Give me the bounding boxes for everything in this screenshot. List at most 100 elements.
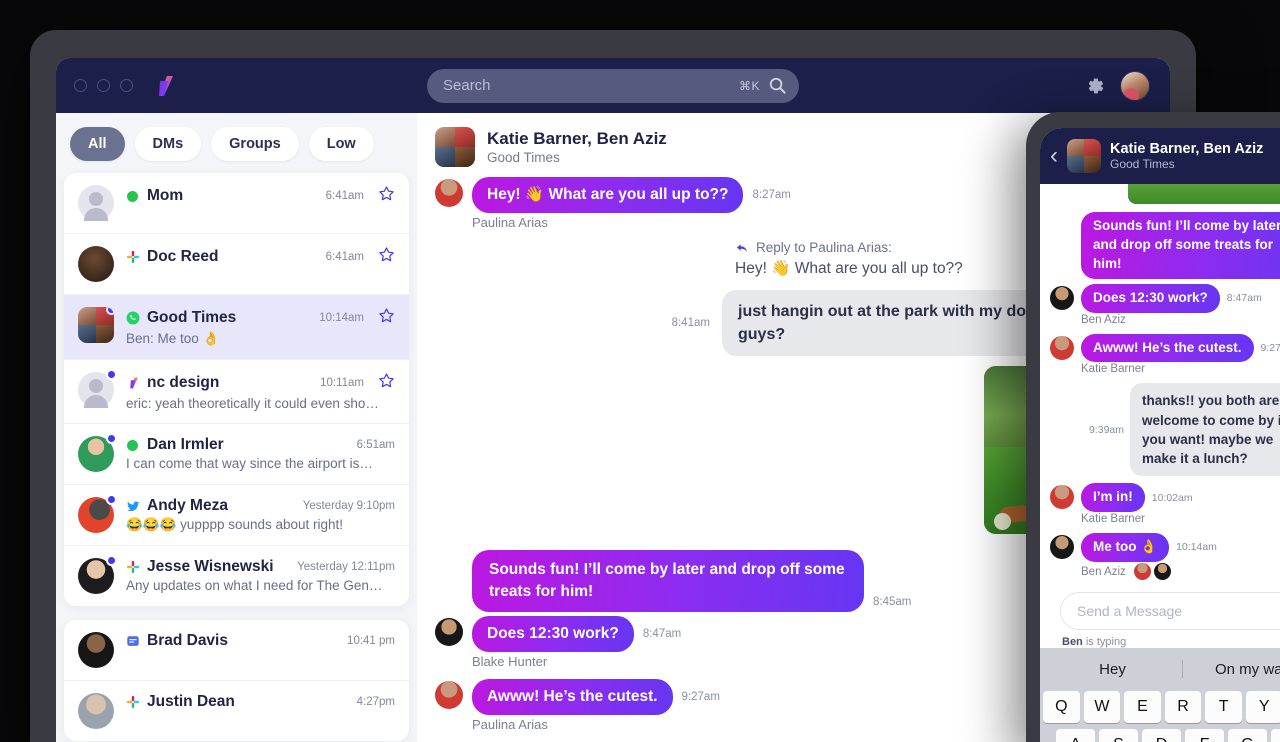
message-sender: Ben Aziz (1081, 313, 1126, 326)
conversation-name: Doc Reed (147, 248, 219, 265)
filter-pill-dms[interactable]: DMs (134, 127, 202, 161)
conversation-name: nc design (147, 374, 220, 391)
key-y[interactable]: Y (1245, 691, 1280, 723)
conversation-name: Good Times (147, 309, 237, 326)
avatar (78, 632, 114, 668)
message-bubble[interactable]: Does 12:30 work? (472, 616, 634, 653)
flag-logo-icon (151, 73, 177, 99)
conversation-preview: Any updates on what I need for The Gen… (126, 578, 383, 593)
suggestion-on-my-way[interactable]: On my way (1183, 661, 1280, 678)
phone-message-photo[interactable] (1128, 184, 1280, 204)
key-h[interactable]: H (1271, 729, 1280, 742)
maximize-window-button[interactable] (120, 79, 133, 92)
avatar (1050, 285, 1074, 310)
conversation-preview: 😂😂😂 yupppp sounds about right! (126, 517, 344, 532)
slack-icon (126, 250, 141, 265)
message-bubble[interactable]: I’m in! (1081, 483, 1145, 512)
conversation-time: 6:41am (325, 190, 364, 202)
filter-label: DMs (152, 136, 184, 152)
typing-name: Ben (1062, 635, 1083, 648)
message-timestamp: 9:27am (681, 691, 720, 704)
suggestion-hey[interactable]: Hey (1043, 661, 1182, 678)
key-d[interactable]: D (1142, 729, 1181, 742)
message-bubble[interactable]: Does 12:30 work? (1081, 283, 1220, 313)
avatar (78, 693, 114, 729)
conversation-time: 10:14am (319, 312, 364, 324)
message-bubble[interactable]: Hey! 👋 What are you all up to?? (472, 177, 744, 213)
key-g[interactable]: G (1228, 729, 1267, 742)
conversation-name: Mom (147, 187, 184, 204)
filter-pill-low[interactable]: Low (308, 127, 374, 161)
conversation-row-doc-reed[interactable]: Doc Reed 6:41am (64, 234, 409, 295)
conversation-name: Andy Meza (147, 497, 228, 514)
search-icon[interactable] (768, 76, 787, 95)
message-bubble[interactable]: Awww! He’s the cutest. (1081, 333, 1254, 363)
keyboard-row-1: Q W E R T Y U (1043, 691, 1280, 723)
key-e[interactable]: E (1124, 691, 1161, 723)
chat-title: Katie Barner, Ben Aziz (487, 129, 667, 148)
key-w[interactable]: W (1083, 691, 1121, 723)
key-s[interactable]: S (1099, 729, 1138, 742)
conversation-row-brad-davis[interactable]: Brad Davis 10:41 pm (64, 620, 409, 681)
search-input[interactable] (443, 77, 731, 94)
message-timestamp: 8:47am (642, 628, 682, 641)
flag-logo-icon (126, 376, 141, 391)
reply-label: Reply to Paulina Arias: (756, 240, 892, 255)
message-reactions[interactable] (1133, 562, 1171, 580)
filter-pill-all[interactable]: All (70, 127, 125, 161)
phone-keyboard: Hey On my way Q W E R T Y U A S (1040, 648, 1280, 742)
conversation-row-mom[interactable]: Mom 6:41am (64, 173, 409, 234)
conversation-row-justin-dean[interactable]: Justin Dean 4:27pm (64, 681, 409, 741)
conversation-time: Yesterday 12:11pm (297, 561, 395, 573)
star-icon[interactable] (378, 372, 395, 394)
star-icon[interactable] (378, 185, 395, 207)
message-bubble[interactable]: Me too 👌 (1081, 532, 1170, 562)
gear-icon[interactable] (1084, 75, 1106, 97)
star-icon[interactable] (378, 307, 395, 329)
message-timestamp: 10:02am (1151, 491, 1193, 504)
key-f[interactable]: F (1185, 729, 1224, 742)
avatar (1050, 485, 1074, 510)
filter-pill-groups[interactable]: Groups (211, 127, 299, 161)
filter-label: Low (326, 136, 356, 152)
phone-composer-input[interactable]: Send a Message (1060, 591, 1280, 630)
key-t[interactable]: T (1205, 691, 1242, 723)
chevron-left-icon[interactable]: ‹ (1050, 144, 1058, 168)
keyboard-suggestions: Hey On my way (1043, 653, 1280, 685)
user-avatar[interactable] (1120, 70, 1150, 101)
online-dot-icon (126, 438, 141, 453)
message-bubble[interactable]: Sounds fun! I’ll come by later and drop … (1081, 212, 1280, 279)
conversation-preview: I can come that way since the airport is… (126, 456, 373, 471)
composer-placeholder: Send a Message (1077, 602, 1183, 619)
message-sender: Katie Barner (1081, 512, 1145, 525)
message-row: Me too 👌 10:14am (1050, 532, 1280, 562)
conversation-row-andy-meza[interactable]: Andy Meza Yesterday 9:10pm 😂😂😂 yupppp so… (64, 485, 409, 546)
conversation-name: Dan Irmler (147, 436, 224, 453)
avatar (78, 307, 114, 343)
avatar (78, 433, 117, 472)
star-icon[interactable] (378, 246, 395, 268)
phone-device-frame: ‹ Katie Barner, Ben Aziz Good Times Soun… (1026, 112, 1280, 742)
message-row: Does 12:30 work? 8:47am (1050, 283, 1280, 313)
message-sender: Katie Barner (1081, 363, 1145, 376)
search-box[interactable]: ⌘K (427, 68, 799, 103)
conversation-name: Justin Dean (147, 693, 235, 710)
message-bubble[interactable]: Sounds fun! I’ll come by later and drop … (472, 550, 864, 613)
unread-badge (106, 307, 114, 315)
conversation-row-good-times[interactable]: Good Times 10:14am Ben: Me too 👌 (64, 295, 409, 360)
message-bubble[interactable]: Awww! He’s the cutest. (472, 679, 673, 716)
twitter-icon (126, 499, 141, 514)
key-q[interactable]: Q (1043, 691, 1080, 723)
minimize-window-button[interactable] (97, 79, 110, 92)
close-window-button[interactable] (74, 79, 87, 92)
conversation-row-nc-design[interactable]: nc design 10:11am eric: yeah theoretical… (64, 360, 409, 424)
whatsapp-icon (126, 311, 141, 326)
key-a[interactable]: A (1056, 729, 1095, 742)
window-controls[interactable] (74, 79, 133, 92)
conversation-row-jesse-wisnewski[interactable]: Jesse Wisnewski Yesterday 12:11pm Any up… (64, 546, 409, 606)
phone-chat-header: ‹ Katie Barner, Ben Aziz Good Times (1040, 128, 1280, 184)
message-bubble[interactable]: thanks!! you both are welcome to come by… (1130, 383, 1280, 477)
key-r[interactable]: R (1164, 691, 1202, 723)
avatar (78, 494, 117, 533)
conversation-row-dan-irmler[interactable]: Dan Irmler 6:51am I can come that way si… (64, 424, 409, 485)
